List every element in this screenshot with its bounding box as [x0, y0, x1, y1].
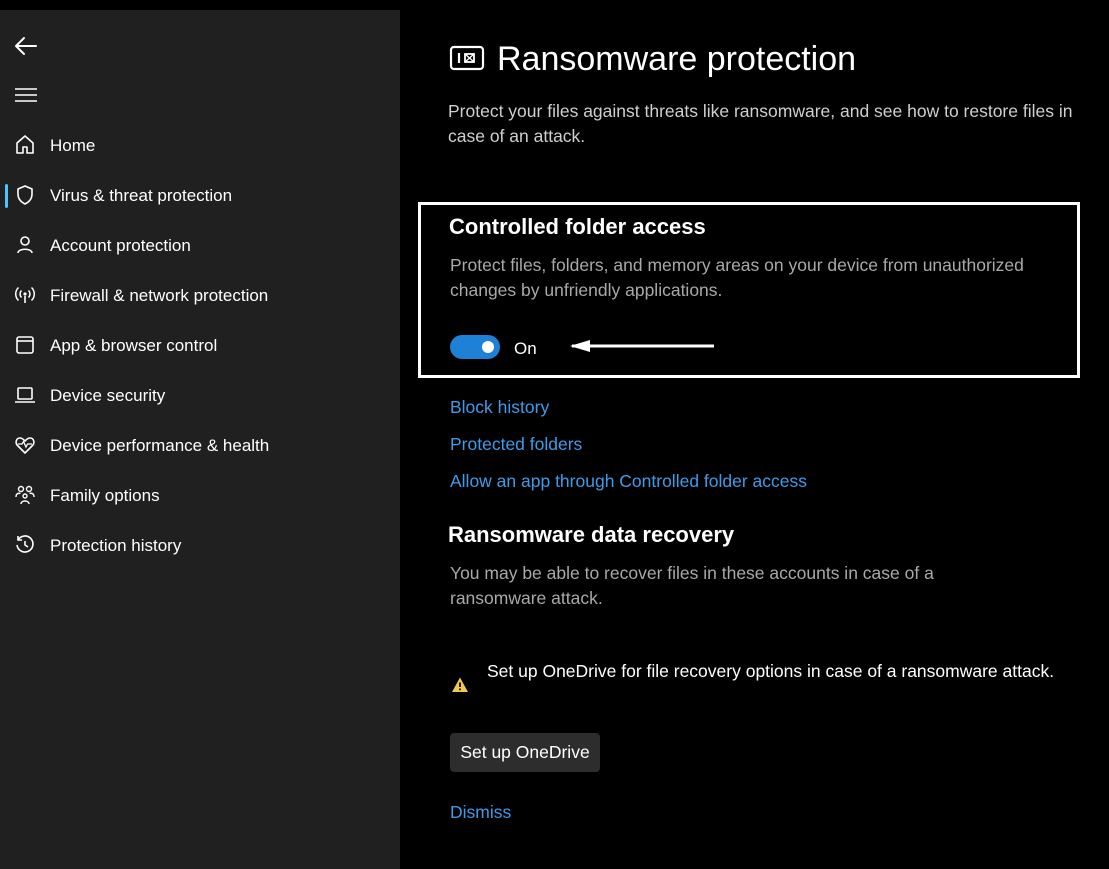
sidebar-item-label: Virus & threat protection	[50, 186, 233, 205]
family-icon	[15, 485, 35, 505]
sidebar: Home Virus & threat protection Account p…	[0, 10, 400, 869]
history-clock-icon	[16, 535, 34, 553]
controlled-folder-access-toggle[interactable]	[450, 335, 500, 359]
sidebar-item-label: Firewall & network protection	[50, 286, 269, 305]
controlled-folder-access-title: Controlled folder access	[449, 214, 706, 239]
sidebar-item-label: Home	[50, 136, 96, 155]
sidebar-item-protection-history[interactable]: Protection history	[0, 521, 400, 571]
sidebar-nav: Home Virus & threat protection Account p…	[0, 121, 400, 571]
sidebar-item-label: Device performance & health	[50, 436, 270, 455]
sidebar-item-account-protection[interactable]: Account protection	[0, 221, 400, 271]
sidebar-item-app-browser-control[interactable]: App & browser control	[0, 321, 400, 371]
toggle-state-label: On	[514, 339, 537, 358]
sidebar-item-firewall-network-protection[interactable]: Firewall & network protection	[0, 271, 400, 321]
page-title: Ransomware protection	[497, 40, 857, 78]
hamburger-menu-icon	[15, 88, 37, 102]
back-button[interactable]	[12, 34, 40, 58]
sidebar-item-label: Device security	[50, 386, 166, 405]
onedrive-warning-text: Set up OneDrive for file recovery option…	[487, 661, 1055, 681]
allow-app-link[interactable]: Allow an app through Controlled folder a…	[450, 471, 807, 492]
warning-triangle-icon	[452, 677, 468, 692]
sidebar-item-label: Family options	[50, 486, 160, 505]
heart-pulse-icon	[15, 437, 35, 454]
selected-indicator	[5, 184, 8, 208]
page-description: Protect your files against threats like …	[448, 101, 1073, 146]
browser-window-icon	[16, 336, 34, 354]
wireless-antenna-icon	[14, 286, 36, 303]
data-recovery-title: Ransomware data recovery	[448, 522, 735, 547]
ransomware-icon	[449, 45, 485, 71]
sidebar-item-virus-threat-protection[interactable]: Virus & threat protection	[0, 171, 400, 221]
dismiss-link[interactable]: Dismiss	[450, 802, 511, 823]
setup-onedrive-button[interactable]: Set up OneDrive	[450, 733, 600, 772]
sidebar-item-device-performance-health[interactable]: Device performance & health	[0, 421, 400, 471]
shield-icon	[17, 185, 33, 205]
sidebar-item-label: App & browser control	[50, 336, 218, 355]
sidebar-item-home[interactable]: Home	[0, 121, 400, 171]
sidebar-item-family-options[interactable]: Family options	[0, 471, 400, 521]
back-arrow-icon	[15, 37, 37, 55]
sidebar-item-device-security[interactable]: Device security	[0, 371, 400, 421]
person-icon	[17, 236, 33, 254]
sidebar-item-label: Protection history	[50, 536, 182, 555]
block-history-link[interactable]: Block history	[450, 397, 549, 418]
laptop-icon	[15, 387, 35, 403]
toggle-knob	[482, 341, 494, 353]
data-recovery-description: You may be able to recover files in thes…	[450, 563, 934, 608]
controlled-folder-access-description: Protect files, folders, and memory areas…	[450, 255, 1024, 300]
sidebar-item-label: Account protection	[50, 236, 191, 255]
main-content: Ransomware protection Protect your files…	[400, 0, 1109, 869]
protected-folders-link[interactable]: Protected folders	[450, 434, 582, 455]
home-icon	[16, 135, 34, 154]
menu-button[interactable]	[12, 86, 40, 106]
annotation-arrow-icon	[570, 340, 714, 352]
